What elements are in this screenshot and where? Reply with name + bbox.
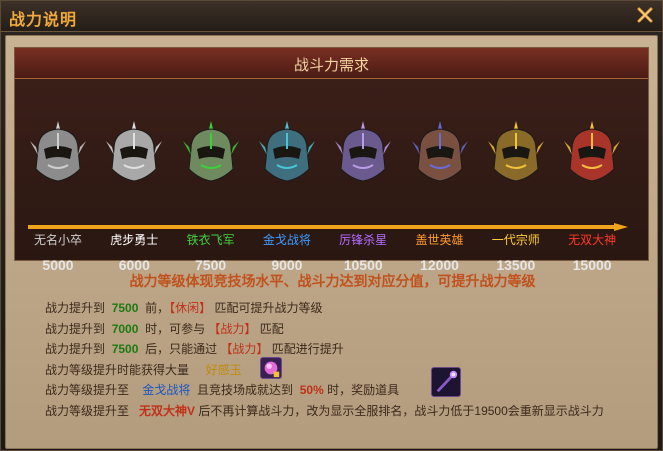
progress-arrow-icon (28, 223, 628, 231)
title-bar: 战力说明 (1, 1, 662, 32)
description-headline: 战力等级体现竞技场水平、战斗力达到对应分值，可提升战力等级 (129, 273, 536, 289)
power-value: 7000 (111, 321, 139, 336)
rank-helmet-icon (564, 121, 621, 182)
rank-helmet-icon (335, 121, 392, 182)
rule-line-4: 战力等级提升时能获得大量 好感玉 (45, 356, 655, 382)
power-value: 7500 (111, 342, 139, 356)
jade-item-icon[interactable] (260, 356, 282, 379)
achievement-percent: 50% (299, 383, 324, 397)
rank-helmet-icon (258, 121, 315, 182)
mode-tag: 【战力】 (220, 342, 269, 356)
rank-panel-header: 战斗力需求 (15, 48, 648, 79)
rank-name-label: 金戈战将 (262, 233, 311, 247)
window-title: 战力说明 (9, 12, 78, 29)
rank-name: 金戈战将 (142, 383, 191, 397)
combat-power-window: 战力说明 战斗力需求 无名小卒 5000 虎步勇士 6000 铁衣飞军 7500 金戈战将 9… (0, 0, 663, 451)
rank-name-label: 盖世英雄 (415, 233, 464, 247)
rule-line-1: 战力提升到 7500 前，【休闲】 匹配可提升战力等级 (45, 301, 323, 315)
close-icon[interactable] (636, 6, 654, 24)
rank-panel-body: 无名小卒 5000 虎步勇士 6000 铁衣飞军 7500 金戈战将 9000 厉锋杀星 1050… (15, 79, 648, 273)
mode-tag: 【休闲】 (169, 301, 212, 315)
rule-line-3: 战力提升到 7500 后，只能通过 【战力】 匹配进行提升 (45, 342, 344, 356)
rank-name: 无双大神V (139, 403, 196, 418)
rule-line-5: 战力等级提升至 金戈战将 且竞技场成就达到 50% 时，奖励道具 (45, 367, 655, 402)
mode-tag: 【战力】 (208, 321, 257, 336)
rank-helmet-icon (411, 121, 468, 182)
rank-name-label: 铁衣飞军 (186, 233, 235, 247)
rank-name-label: 无名小卒 (33, 233, 82, 247)
staff-item-icon[interactable] (431, 367, 461, 397)
rank-panel-title: 战斗力需求 (293, 57, 369, 74)
reward-item-name: 好感玉 (205, 362, 242, 377)
rank-helmet-icon (182, 121, 239, 182)
rank-helmet-icon (30, 121, 86, 182)
rank-name-label: 一代宗师 (491, 233, 540, 247)
rank-name-label: 无双大神 (568, 233, 617, 247)
power-value: 7500 (111, 301, 139, 315)
rule-line-2: 战力提升到 7000 时，可参与 【战力】 匹配 (45, 321, 284, 336)
description-list: 战力提升到 7500 前，【休闲】 匹配可提升战力等级 战力提升到 7000 时… (45, 299, 655, 422)
rank-name-label: 虎步勇士 (110, 233, 159, 247)
rank-helmet-icon (487, 121, 544, 182)
rank-requirements-panel: 战斗力需求 无名小卒 5000 虎步勇士 6000 铁衣飞军 7500 金戈战将 9000 厉锋… (14, 47, 649, 273)
rule-line-6: 战力等级提升至 无双大神V 后不再计算战斗力，改为显示全服排名，战斗力低于195… (45, 403, 604, 418)
rank-helmet-icon (106, 121, 163, 182)
rank-name-label: 厉锋杀星 (339, 233, 388, 247)
